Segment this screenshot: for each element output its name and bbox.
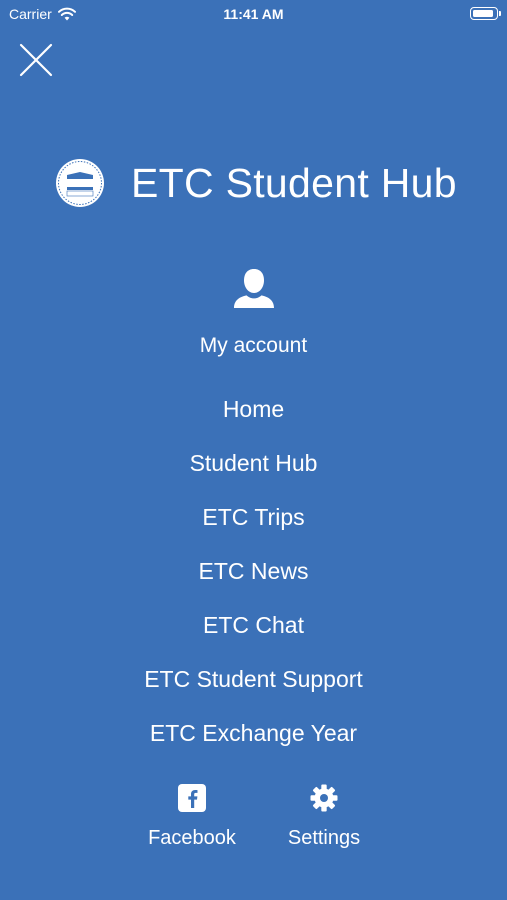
menu-item-etc-exchange-year[interactable]: ETC Exchange Year xyxy=(0,714,507,768)
menu-item-etc-news[interactable]: ETC News xyxy=(0,552,507,606)
main-menu: Home Student Hub ETC Trips ETC News ETC … xyxy=(0,390,507,768)
facebook-label: Facebook xyxy=(148,827,236,849)
battery-icon xyxy=(470,7,501,20)
brand-header: ETC Student Hub xyxy=(55,155,457,211)
status-time: 11:41 AM xyxy=(223,6,284,22)
settings-label: Settings xyxy=(287,827,361,849)
menu-item-home[interactable]: Home xyxy=(0,390,507,444)
menu-item-etc-chat[interactable]: ETC Chat xyxy=(0,606,507,660)
logo-icon xyxy=(56,159,104,207)
facebook-button[interactable]: Facebook xyxy=(127,780,257,850)
status-bar: Carrier 11:41 AM xyxy=(0,0,507,28)
footer-links: Facebook Settings xyxy=(0,780,507,860)
settings-button[interactable]: Settings xyxy=(259,780,389,850)
menu-item-etc-trips[interactable]: ETC Trips xyxy=(0,498,507,552)
gear-icon xyxy=(310,784,338,812)
close-icon[interactable] xyxy=(18,42,54,78)
menu-item-etc-student-support[interactable]: ETC Student Support xyxy=(0,660,507,714)
my-account-link[interactable]: My account xyxy=(0,266,507,358)
my-account-label: My account xyxy=(199,334,308,357)
battery-fill xyxy=(473,10,493,17)
menu-item-student-hub[interactable]: Student Hub xyxy=(0,444,507,498)
facebook-icon xyxy=(178,784,206,812)
app-title: ETC Student Hub xyxy=(131,159,457,206)
account-icon xyxy=(233,269,274,308)
